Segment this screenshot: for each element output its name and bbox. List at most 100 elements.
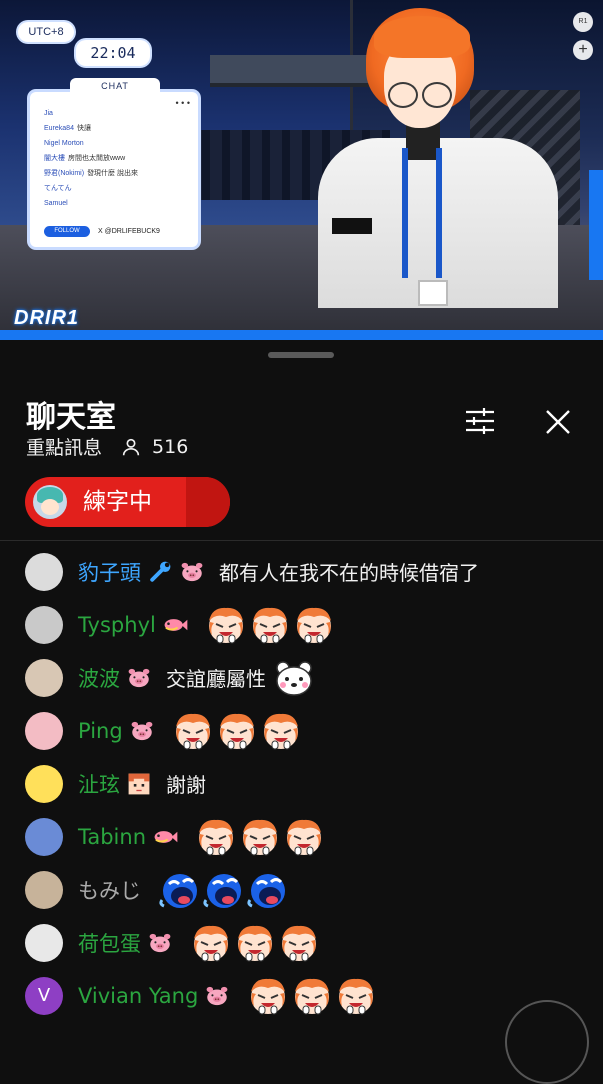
avatar[interactable]: [25, 711, 63, 750]
emote-group: [169, 711, 301, 751]
face-emote-icon: [263, 713, 298, 749]
pig-badge-icon: [206, 986, 228, 1005]
overlay-chat-box: CHAT • • • Jia Eureka84 快讓 Nigel Morton 闇…: [30, 78, 198, 247]
message-text: 交誼廳屬性: [166, 667, 266, 691]
face-emote-icon: [243, 819, 278, 855]
chat-message[interactable]: 波波 交誼廳屬性: [0, 651, 603, 704]
person-icon: [122, 438, 140, 455]
face-emote-icon: [252, 607, 287, 643]
chat-message[interactable]: V Vivian Yang: [0, 969, 603, 1022]
fish-badge-icon: [154, 830, 178, 843]
channel-logo: DRIR1: [14, 307, 80, 329]
blue-laugh-emote-icon: [159, 873, 197, 908]
chat-subtitle-row[interactable]: 重點訊息 516: [26, 433, 188, 460]
overlay-chat-item: てんてん: [44, 185, 72, 192]
chat-title: 聊天室: [26, 400, 116, 435]
chat-message-list: 豹子頭 都有人在我不在的時候借宿了 Tysphyl 波波 交誼廳屬性 Ping 沚玹 謝謝 Ta…: [0, 545, 603, 1022]
filter-settings-icon[interactable]: [464, 407, 496, 435]
face-emote-icon: [295, 978, 330, 1014]
author-name[interactable]: Ping: [78, 719, 123, 743]
chat-message[interactable]: Ping: [0, 704, 603, 757]
face-emote-icon: [208, 607, 243, 643]
wrench-icon: [150, 561, 171, 582]
live-chat-panel: 聊天室 重點訊息 516 練字中 豹子頭 都有人在我不在的時候借宿了 Tysphyl…: [0, 340, 603, 1084]
author-name[interactable]: 波波: [78, 663, 120, 693]
divider: [0, 540, 603, 541]
face-emote-icon: [238, 925, 272, 961]
message-text: 謝謝: [166, 773, 206, 797]
pig-badge-icon: [149, 933, 171, 952]
add-button[interactable]: +: [573, 40, 593, 60]
overlay-chat-item: 野君(Nokimi) 發現什麼 說出來: [44, 170, 139, 177]
avatar[interactable]: [25, 764, 63, 803]
drag-handle[interactable]: [268, 352, 334, 358]
face-emote-icon: [199, 819, 234, 855]
avatar[interactable]: [25, 605, 63, 644]
pinned-message-chip[interactable]: 練字中: [25, 477, 230, 527]
side-tab: [589, 170, 603, 280]
fish-badge-icon: [164, 618, 188, 631]
face-emote-icon: [251, 978, 286, 1014]
blue-laugh-emote-icon: [203, 873, 241, 908]
r1-button[interactable]: R1: [573, 12, 593, 32]
chat-message[interactable]: Tysphyl: [0, 598, 603, 651]
face-emote-icon: [175, 713, 210, 749]
overlay-chat-item: Eureka84 快讓: [44, 125, 91, 132]
author-name[interactable]: 沚玹: [78, 769, 120, 799]
emote-group: [192, 817, 324, 857]
overlay-bottom-bar: [0, 330, 603, 340]
avatar[interactable]: V: [25, 976, 63, 1015]
avatar[interactable]: [25, 552, 63, 591]
author-name[interactable]: Tabinn: [78, 825, 146, 849]
overlay-social-handle: X @DRLIFEBUCK9: [98, 228, 160, 235]
chat-message[interactable]: 沚玹 謝謝: [0, 757, 603, 810]
emote-group: [155, 870, 287, 910]
pig-badge-icon: [181, 562, 203, 581]
message-text: 都有人在我不在的時候借宿了: [219, 561, 479, 585]
overlay-chat-item: Samuel: [44, 200, 68, 207]
chat-mode-label[interactable]: 重點訊息: [26, 433, 102, 460]
avatar[interactable]: [25, 870, 63, 909]
pig-badge-icon: [131, 721, 153, 740]
overlay-follow-label: FOLLOW: [44, 226, 90, 237]
author-name[interactable]: 豹子頭: [78, 557, 141, 587]
blue-laugh-emote-icon: [247, 873, 285, 908]
face-emote-icon: [219, 713, 254, 749]
overlay-chat-title: CHAT: [70, 78, 160, 94]
video-player[interactable]: UTC+8 22:04 CHAT • • • Jia Eureka84 快讓 Ni…: [0, 0, 603, 340]
chat-message[interactable]: Tabinn: [0, 810, 603, 863]
timezone-label: UTC+8: [18, 22, 74, 42]
emote-group: [202, 605, 334, 645]
overlay-menu-dots: • • •: [175, 98, 190, 108]
author-name[interactable]: Tysphyl: [78, 613, 156, 637]
stream-clock: 22:04: [76, 40, 150, 66]
face-emote-icon: [296, 607, 331, 643]
overlay-chat-list: Jia Eureka84 快讓 Nigel Morton 闇大樓 房間也太閒放www…: [30, 92, 198, 211]
overlay-chat-item: Jia: [44, 110, 53, 117]
author-name[interactable]: もみじ: [78, 875, 141, 905]
overlay-chat-item: 闇大樓 房間也太閒放www: [44, 155, 126, 162]
chat-message[interactable]: 荷包蛋: [0, 916, 603, 969]
overlay-chat-item: Nigel Morton: [44, 140, 84, 147]
face-emote-icon: [287, 819, 322, 855]
emote-group: [270, 658, 314, 698]
face-emote-icon: [282, 925, 316, 961]
pig-badge-icon: [128, 668, 150, 687]
avatar[interactable]: [25, 658, 63, 697]
face-emote-icon: [339, 978, 374, 1014]
viewer-count: 516: [152, 435, 189, 458]
emote-group: [244, 976, 376, 1016]
chat-message[interactable]: 豹子頭 都有人在我不在的時候借宿了: [0, 545, 603, 598]
scroll-button[interactable]: [505, 1000, 589, 1084]
close-icon[interactable]: [544, 408, 572, 436]
chat-message[interactable]: もみじ: [0, 863, 603, 916]
author-name[interactable]: 荷包蛋: [78, 928, 141, 958]
avatar[interactable]: [25, 817, 63, 856]
avatar[interactable]: [25, 923, 63, 962]
bear-emote-icon: [276, 660, 312, 696]
pinned-label: 練字中: [83, 489, 152, 515]
face-emote-icon: [194, 925, 228, 961]
emote-group: [187, 923, 319, 963]
author-name[interactable]: Vivian Yang: [78, 984, 198, 1008]
boy-badge-icon: [128, 773, 150, 794]
